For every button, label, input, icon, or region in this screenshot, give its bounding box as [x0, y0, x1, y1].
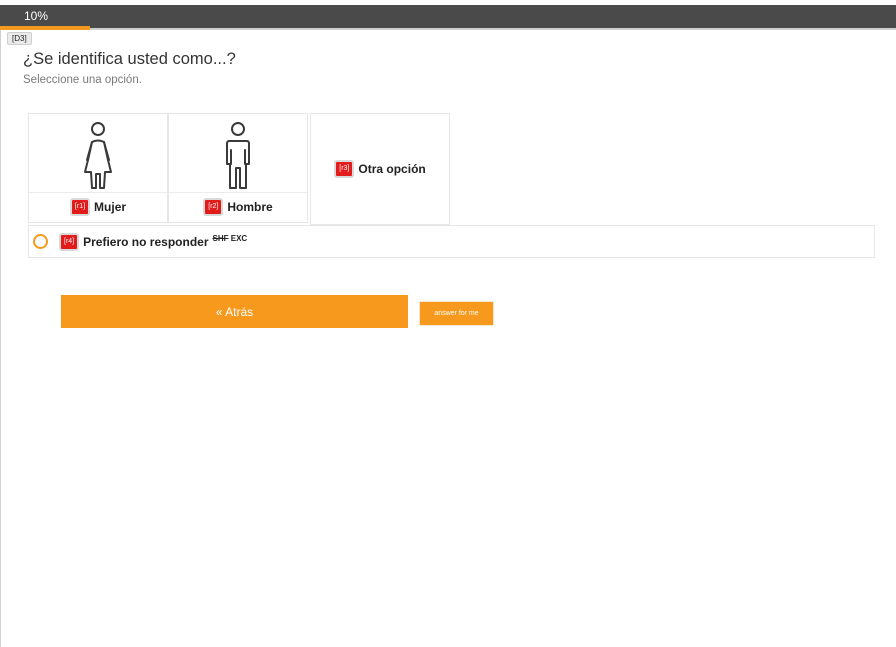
choice-label: Mujer	[94, 200, 127, 214]
choice-image-area	[29, 114, 167, 193]
female-person-icon	[84, 122, 112, 189]
choice-label: Otra opción	[358, 162, 426, 176]
flag-exc: EXC	[230, 233, 248, 243]
choice-code-tag: [r1]	[69, 198, 91, 216]
back-button[interactable]: « Atrás	[61, 295, 408, 328]
choice-label-row: [r2] Hombre	[169, 196, 307, 218]
question-instruction: Seleccione una opción.	[23, 74, 142, 86]
choice-hombre[interactable]: [r2] Hombre	[168, 113, 308, 223]
choice-image-area	[169, 114, 307, 193]
flag-shf: SHF	[212, 233, 229, 243]
option-label: Prefiero no responder	[83, 235, 209, 249]
question-title: ¿Se identifica usted como...?	[23, 50, 236, 68]
choice-otra-opcion[interactable]: [r3] Otra opción	[310, 113, 450, 225]
choice-label-row: [r1] Mujer	[29, 196, 167, 218]
male-person-icon	[226, 122, 250, 189]
page-tag: [D3]	[7, 32, 32, 45]
option-label-row: [r4] Prefiero no responder SHF EXC	[59, 233, 247, 251]
choice-code-tag: [r2]	[203, 198, 224, 216]
answer-for-me-button[interactable]: answer for me	[420, 302, 493, 325]
radio-button[interactable]	[33, 234, 48, 249]
option-prefiero-no-responder[interactable]: [r4] Prefiero no responder SHF EXC	[28, 225, 875, 258]
choice-code-tag: [r3]	[334, 160, 355, 178]
choice-label-row: [r3] Otra opción	[311, 158, 449, 180]
option-flags: SHF EXC	[213, 234, 248, 243]
choice-mujer[interactable]: [r1] Mujer	[28, 113, 168, 223]
left-border	[0, 30, 1, 647]
progress-label: 10%	[24, 9, 49, 23]
progress-track	[0, 28, 896, 30]
progress-fill	[0, 26, 90, 30]
option-code-tag: [r4]	[59, 233, 80, 251]
choice-label: Hombre	[227, 200, 273, 214]
progress-bar: 10%	[0, 5, 896, 30]
